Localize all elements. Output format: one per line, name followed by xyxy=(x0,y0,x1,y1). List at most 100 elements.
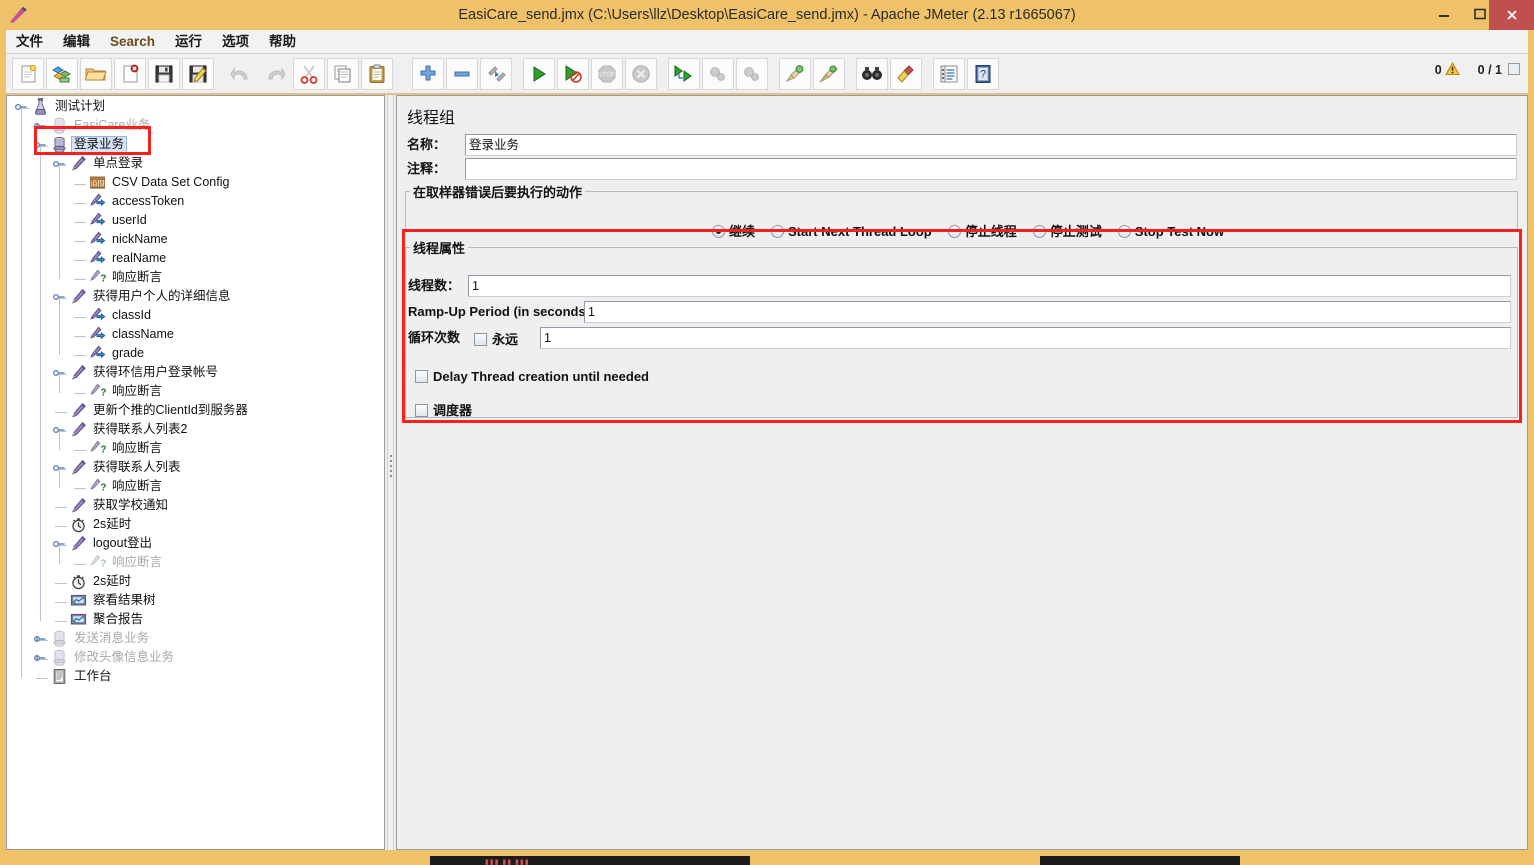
tree-node[interactable]: ? 响应断言 xyxy=(72,383,165,402)
close-button[interactable] xyxy=(1489,0,1534,30)
start-button[interactable] xyxy=(523,58,555,90)
tree-node[interactable]: accessToken xyxy=(72,193,187,212)
tree-node[interactable]: ? 响应断言 xyxy=(72,269,165,288)
tree-node[interactable]: 登录业务 xyxy=(33,136,128,155)
menu-run[interactable]: 运行 xyxy=(165,30,212,54)
warning-triangle-icon[interactable] xyxy=(1444,61,1460,77)
menu-file[interactable]: 文件 xyxy=(6,30,53,54)
tree-expand-handle[interactable] xyxy=(52,538,65,550)
remote-start-all-button[interactable] xyxy=(668,58,700,90)
tree-node[interactable]: 察看结果树 xyxy=(53,592,159,611)
save-as-button[interactable] xyxy=(182,58,214,90)
test-plan-icon xyxy=(32,98,49,115)
new-button[interactable] xyxy=(12,58,44,90)
ramp-up-input[interactable]: 1 xyxy=(584,301,1511,323)
tree-node[interactable]: grade xyxy=(72,345,147,364)
reset-search-button[interactable] xyxy=(890,58,922,90)
tree-node[interactable]: 聚合报告 xyxy=(53,611,146,630)
radio-start-next-thread-loop[interactable]: Start Next Thread Loop xyxy=(771,224,932,239)
toggle-button[interactable] xyxy=(480,58,512,90)
comment-row: 注释： xyxy=(407,158,1517,180)
num-threads-input[interactable]: 1 xyxy=(468,275,1511,297)
http-sampler-icon xyxy=(70,535,87,552)
tree-expand-handle[interactable] xyxy=(14,101,27,113)
start-no-pauses-button[interactable] xyxy=(557,58,589,90)
comment-input[interactable] xyxy=(465,158,1517,180)
menu-options[interactable]: 选项 xyxy=(212,30,259,54)
remote-shutdown-all-button[interactable] xyxy=(736,58,768,90)
tree-node[interactable]: ? 响应断言 xyxy=(72,554,165,573)
paste-button[interactable] xyxy=(361,58,393,90)
tree-expand-handle[interactable] xyxy=(52,367,65,379)
tree-expand-handle[interactable] xyxy=(52,462,65,474)
tree-node[interactable]: nickName xyxy=(72,231,171,250)
tree-node-label: 响应断言 xyxy=(112,384,163,398)
tree-node[interactable]: 2s延时 xyxy=(53,516,134,535)
tree-node[interactable]: 获得用户个人的详细信息 xyxy=(52,288,234,307)
stop-button[interactable]: STOP xyxy=(591,58,623,90)
tree-node[interactable]: userId xyxy=(72,212,150,231)
tree-node[interactable]: ? 响应断言 xyxy=(72,440,165,459)
tree-expand-handle[interactable] xyxy=(33,652,46,664)
open-folder-button[interactable] xyxy=(80,58,112,90)
templates-button[interactable] xyxy=(46,58,78,90)
undo-button[interactable] xyxy=(225,58,257,90)
tree-node-label: 获得联系人列表2 xyxy=(93,422,188,436)
menu-search[interactable]: Search xyxy=(100,30,165,54)
copy-button[interactable] xyxy=(327,58,359,90)
redo-button[interactable] xyxy=(259,58,291,90)
shutdown-button[interactable] xyxy=(625,58,657,90)
name-row: 名称： 登录业务 xyxy=(407,134,1517,156)
close-document-button[interactable] xyxy=(114,58,146,90)
tree-expand-handle[interactable] xyxy=(52,291,65,303)
assertion-icon: ? xyxy=(89,440,107,457)
tree-node[interactable]: 发送消息业务 xyxy=(33,630,152,649)
delay-thread-creation-checkbox[interactable]: Delay Thread creation until needed xyxy=(415,369,649,384)
loop-count-input[interactable]: 1 xyxy=(540,327,1511,349)
remote-stop-all-button[interactable] xyxy=(702,58,734,90)
tree-expand-handle[interactable] xyxy=(33,120,46,132)
tree-node-label: 修改头像信息业务 xyxy=(74,650,175,664)
menu-edit[interactable]: 编辑 xyxy=(53,30,100,54)
split-divider[interactable] xyxy=(387,95,394,850)
tree-expand-handle[interactable] xyxy=(52,424,65,436)
tree-node[interactable]: logout登出 xyxy=(52,535,155,554)
save-button[interactable] xyxy=(148,58,180,90)
tree-node[interactable]: EasiCare业务 xyxy=(33,117,153,136)
tree-node[interactable]: 测试计划 xyxy=(14,98,108,117)
tree-node[interactable]: 单点登录 xyxy=(52,155,146,174)
error-action-group: 在取样器错误后要执行的动作 继续 Start Next Thread Loop 停止… xyxy=(405,182,1518,239)
collapse-all-button[interactable] xyxy=(446,58,478,90)
tree-node[interactable]: 修改头像信息业务 xyxy=(33,649,177,668)
tree-node[interactable]: 获得联系人列表 xyxy=(52,459,184,478)
expand-all-button[interactable] xyxy=(412,58,444,90)
tree-node[interactable]: classId xyxy=(72,307,154,326)
search-button[interactable] xyxy=(856,58,888,90)
tree-expand-handle[interactable] xyxy=(33,139,46,151)
clear-all-button[interactable] xyxy=(813,58,845,90)
scheduler-checkbox[interactable]: 调度器 xyxy=(415,400,472,419)
cut-button[interactable] xyxy=(293,58,325,90)
clear-button[interactable] xyxy=(779,58,811,90)
radio-stop-test-now[interactable]: Stop Test Now xyxy=(1117,224,1224,239)
tree-node[interactable]: realName xyxy=(72,250,169,269)
function-helper-button[interactable] xyxy=(933,58,965,90)
menu-help[interactable]: 帮助 xyxy=(259,30,306,54)
tree-node[interactable]: 更新个推的ClientId到服务器 xyxy=(53,402,251,421)
tree-expand-handle[interactable] xyxy=(33,633,46,645)
tree-node[interactable]: 2s延时 xyxy=(53,573,134,592)
tree-node[interactable]: CSV Data Set Config xyxy=(72,174,232,193)
tree-node[interactable]: 获得环信用户登录帐号 xyxy=(52,364,221,383)
minimize-button[interactable] xyxy=(1426,2,1462,26)
toolbar-separator xyxy=(924,58,933,90)
tree-node[interactable]: className xyxy=(72,326,177,345)
test-plan-tree[interactable]: 测试计划 EasiCare业务 登录业务 单点登录 CSV Data Set C… xyxy=(6,95,385,850)
tree-node[interactable]: 获取学校通知 xyxy=(53,497,171,516)
name-input[interactable]: 登录业务 xyxy=(465,134,1517,156)
tree-node[interactable]: 工作台 xyxy=(34,668,115,687)
tree-node[interactable]: 获得联系人列表2 xyxy=(52,421,190,440)
help-button[interactable]: ? xyxy=(967,58,999,90)
forever-checkbox[interactable]: 永远 xyxy=(474,329,518,348)
tree-expand-handle[interactable] xyxy=(52,158,65,170)
tree-node[interactable]: ? 响应断言 xyxy=(72,478,165,497)
